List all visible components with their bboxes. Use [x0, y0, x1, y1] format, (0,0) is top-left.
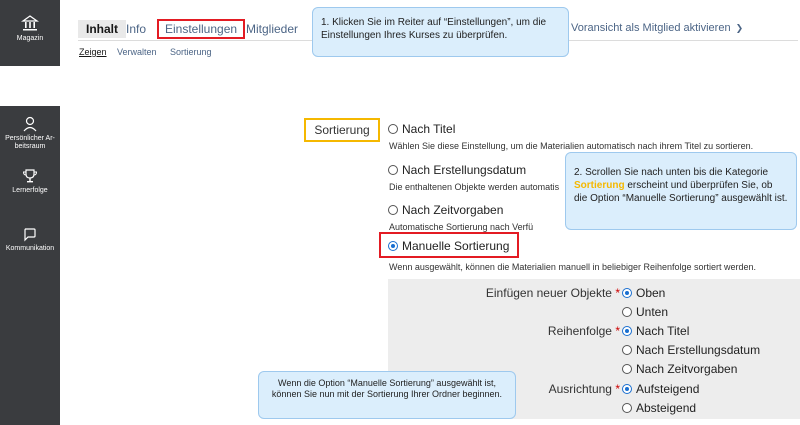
- chat-icon: [24, 228, 36, 242]
- required-mark: *: [615, 286, 620, 300]
- radio-description: Wenn ausgewählt, können die Materialien …: [389, 262, 757, 272]
- label-text: Reihenfolge: [547, 324, 612, 338]
- sidebar-item-label: Lernerfolge: [12, 187, 48, 194]
- sidebar-item-kommunikation[interactable]: Kommunikation: [0, 226, 60, 253]
- radio-label: Absteigend: [636, 401, 697, 415]
- radio-unchecked-icon: [388, 205, 398, 215]
- sidebar-item-arbeitsraum[interactable]: Persönlicher Ar-beitsraum: [0, 116, 60, 151]
- label-einfuegen: Einfügen neuer Objekte *: [460, 286, 620, 300]
- radio-oben[interactable]: Oben: [622, 286, 665, 300]
- radio-label: Oben: [636, 286, 666, 300]
- radio-description: Wählen Sie diese Einstellung, um die Mat…: [389, 141, 754, 151]
- radio-description: Die enthaltenen Objekte werden automatis: [389, 182, 560, 192]
- tab-mitglieder[interactable]: Mitglieder: [246, 22, 298, 36]
- radio-label: Nach Titel: [636, 324, 690, 338]
- building-icon: [21, 15, 39, 31]
- callout-step-2: 2. Scrollen Sie nach unten bis die Kateg…: [565, 152, 797, 230]
- radio-label: Unten: [636, 305, 669, 319]
- callout-step-1-text: 1. Klicken Sie im Reiter auf “Einstellun…: [321, 17, 547, 41]
- radio-checked-icon: [622, 384, 632, 394]
- radio-reihenfolge-zeitvorgaben[interactable]: Nach Zeitvorgaben: [622, 362, 737, 376]
- radio-unchecked-icon: [622, 345, 632, 355]
- radio-manuelle-sortierung[interactable]: Manuelle Sortierung: [388, 239, 509, 253]
- trophy-icon: [22, 169, 38, 183]
- sidebar-item-label: Magazin: [16, 35, 44, 42]
- radio-reihenfolge-erstellungsdatum[interactable]: Nach Erstellungsdatum: [622, 343, 760, 357]
- sidebar-item-lernerfolge[interactable]: Lernerfolge: [0, 168, 60, 195]
- person-icon: [23, 116, 37, 132]
- radio-nach-zeitvorgaben[interactable]: Nach Zeitvorgaben: [388, 203, 503, 217]
- radio-unchecked-icon: [622, 403, 632, 413]
- radio-label: Nach Titel: [402, 122, 456, 136]
- callout-step-2-text: 2. Scrollen Sie nach unten bis die Kateg…: [574, 167, 769, 178]
- radio-label: Nach Erstellungsdatum: [636, 343, 761, 357]
- preview-member-link[interactable]: Voransicht als Mitglied aktivieren ❯: [571, 22, 743, 34]
- label-text: Ausrichtung: [548, 382, 612, 396]
- callout-note-text: Wenn die Option “Manuelle Sortierung” au…: [271, 378, 503, 399]
- radio-absteigend[interactable]: Absteigend: [622, 401, 696, 415]
- radio-label: Aufsteigend: [636, 382, 700, 396]
- subtab-zeigen[interactable]: Zeigen: [79, 47, 107, 57]
- radio-label: Nach Zeitvorgaben: [636, 362, 738, 376]
- label-text: Einfügen neuer Objekte: [485, 286, 612, 300]
- chevron-right-icon: ❯: [735, 23, 744, 33]
- radio-nach-erstellungsdatum[interactable]: Nach Erstellungsdatum: [388, 163, 526, 177]
- callout-highlight: Sortierung: [574, 180, 625, 191]
- radio-unchecked-icon: [622, 364, 632, 374]
- radio-checked-icon: [622, 326, 632, 336]
- radio-checked-icon: [388, 241, 398, 251]
- sidebar-item-label: Kommunikation: [5, 245, 55, 252]
- required-mark: *: [615, 324, 620, 338]
- left-sidebar: Magazin Persönlicher Ar-beitsraum Lerner…: [0, 0, 60, 425]
- required-mark: *: [615, 382, 620, 396]
- radio-reihenfolge-titel[interactable]: Nach Titel: [622, 324, 689, 338]
- tab-einstellungen[interactable]: Einstellungen: [157, 19, 246, 39]
- radio-unchecked-icon: [622, 307, 632, 317]
- radio-unten[interactable]: Unten: [622, 305, 668, 319]
- tab-info[interactable]: Info: [126, 22, 146, 36]
- section-label-sortierung: Sortierung: [304, 118, 380, 142]
- sidebar-gap: [0, 66, 60, 106]
- callout-step-1: 1. Klicken Sie im Reiter auf “Einstellun…: [312, 7, 569, 57]
- radio-label: Nach Erstellungsdatum: [402, 163, 527, 177]
- sidebar-item-label: Persönlicher Ar-beitsraum: [5, 135, 55, 150]
- radio-checked-icon: [622, 288, 632, 298]
- radio-label: Nach Zeitvorgaben: [402, 203, 504, 217]
- tab-inhalt[interactable]: Inhalt: [78, 20, 126, 38]
- preview-link-label: Voransicht als Mitglied aktivieren: [571, 22, 731, 34]
- callout-note: Wenn die Option “Manuelle Sortierung” au…: [258, 371, 516, 419]
- radio-aufsteigend[interactable]: Aufsteigend: [622, 382, 699, 396]
- subtab-verwalten[interactable]: Verwalten: [117, 47, 157, 57]
- radio-nach-titel[interactable]: Nach Titel: [388, 122, 455, 136]
- radio-unchecked-icon: [388, 165, 398, 175]
- label-reihenfolge: Reihenfolge *: [460, 324, 620, 338]
- radio-label: Manuelle Sortierung: [402, 239, 510, 253]
- sidebar-item-magazin[interactable]: Magazin: [0, 14, 60, 43]
- radio-description: Automatische Sortierung nach Verfü: [389, 222, 534, 232]
- radio-unchecked-icon: [388, 124, 398, 134]
- subtab-sortierung[interactable]: Sortierung: [170, 47, 212, 57]
